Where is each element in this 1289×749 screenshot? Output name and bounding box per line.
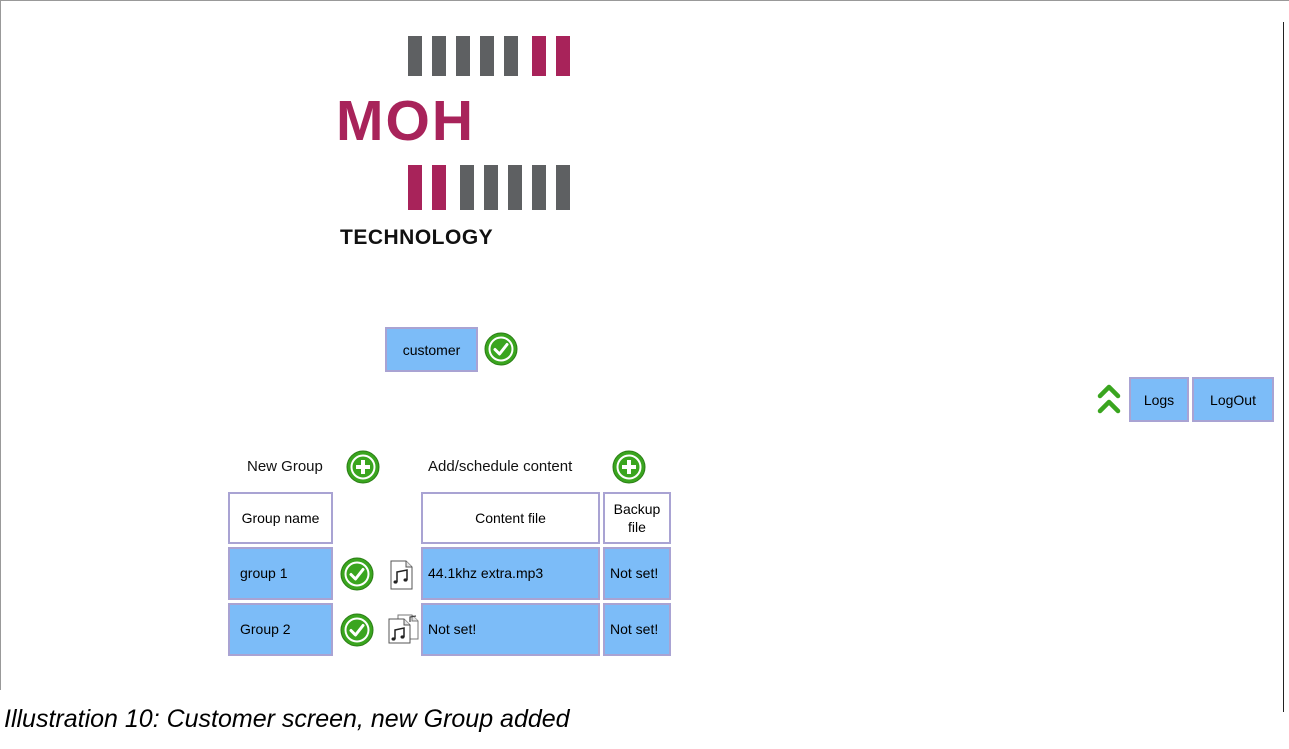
logs-button[interactable]: Logs [1129,377,1189,422]
moh-technology-logo: MOH TECHNOLOGY [336,36,576,254]
check-icon[interactable] [340,557,374,591]
group-row-1-name[interactable]: group 1 [228,547,333,600]
customer-button[interactable]: customer [385,327,478,372]
header-backup-file: Backup file [603,492,671,544]
check-icon[interactable] [340,613,374,647]
group-row-1-content[interactable]: 44.1khz extra.mp3 [421,547,600,600]
header-group-name: Group name [228,492,333,544]
music-files-icon[interactable] [386,614,420,644]
add-content-label: Add/schedule content [428,458,573,475]
frame-right-border [1283,22,1284,712]
music-file-icon[interactable] [386,560,416,590]
frame-top-border [0,0,1289,1]
frame-left-border [0,0,1,690]
group-row-2-backup[interactable]: Not set! [603,603,671,656]
add-content-icon[interactable] [612,450,646,484]
group-row-2-name[interactable]: Group 2 [228,603,333,656]
header-content-file: Content file [421,492,600,544]
scroll-top-icon[interactable] [1097,382,1121,416]
group-row-1-backup[interactable]: Not set! [603,547,671,600]
logo-subtitle: TECHNOLOGY [340,226,494,249]
new-group-label: New Group [247,458,323,475]
group-row-2-content[interactable]: Not set! [421,603,600,656]
figure-caption: Illustration 10: Customer screen, new Gr… [4,705,570,733]
check-icon[interactable] [484,332,518,366]
add-group-icon[interactable] [346,450,380,484]
logout-button[interactable]: LogOut [1192,377,1274,422]
logo-wordmark: MOH [336,89,475,153]
